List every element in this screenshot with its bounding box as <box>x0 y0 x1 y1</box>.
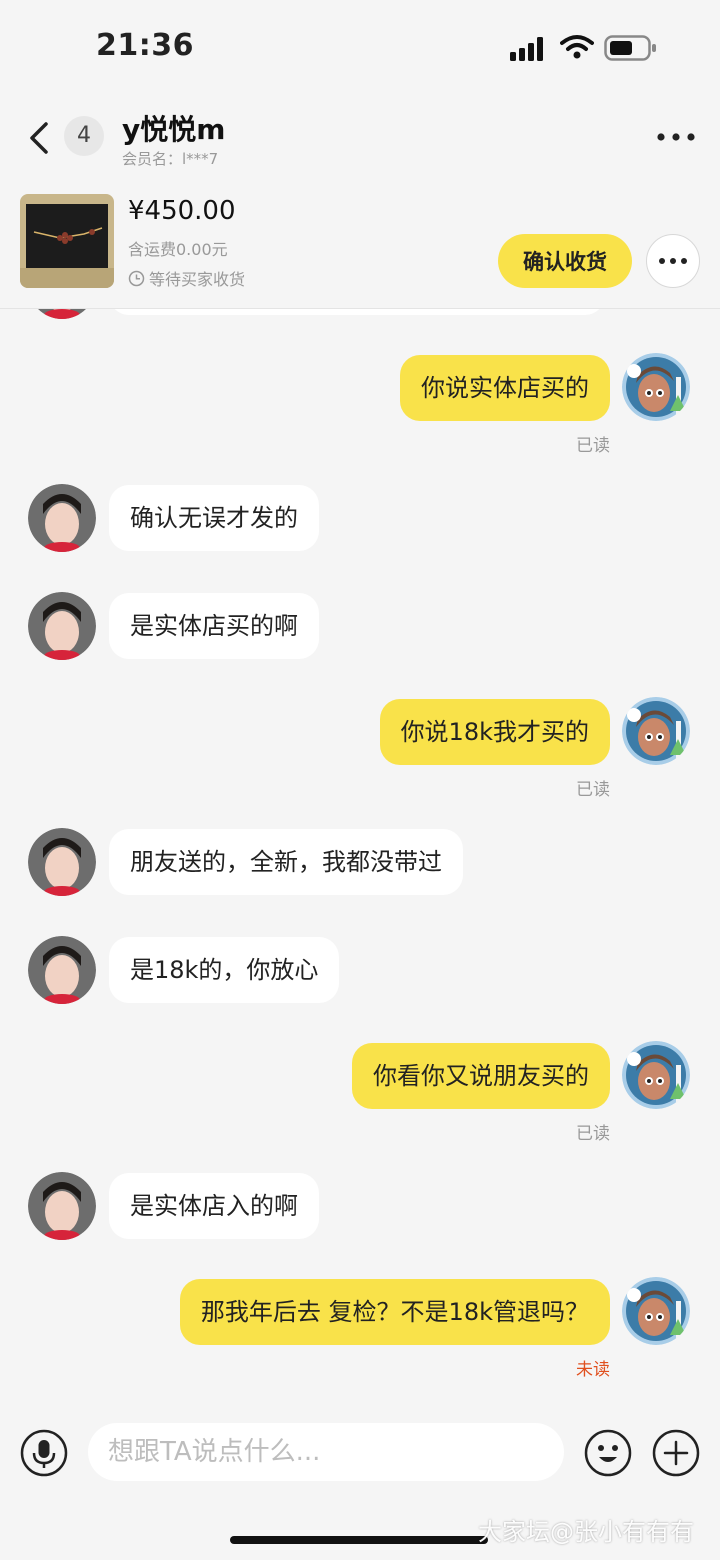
message-row: 那我年后去 复检？不是18k管退吗？ 未读 <box>0 1277 720 1389</box>
wifi-icon <box>560 35 594 59</box>
user-avatar[interactable] <box>622 1277 690 1345</box>
message-row: 朋友送的，全新，我都没带过 <box>0 828 720 898</box>
message-row: 你说实体店买的 已读 <box>0 353 720 465</box>
unread-status: 未读 <box>576 1360 610 1380</box>
message-row: 确认无误才发的 <box>0 484 720 554</box>
contact-avatar[interactable] <box>28 936 96 1004</box>
contact-avatar[interactable] <box>28 309 96 319</box>
contact-avatar[interactable] <box>28 828 96 896</box>
more-options-icon[interactable] <box>656 132 696 142</box>
message-bubble[interactable]: 你看你又说朋友买的 <box>352 1043 610 1109</box>
read-status: 已读 <box>576 1124 610 1144</box>
user-avatar[interactable] <box>622 697 690 765</box>
cellular-signal-icon <box>510 37 543 61</box>
order-price: ¥450.00 <box>128 196 236 226</box>
status-bar: 21:36 <box>0 0 720 96</box>
order-more-button[interactable] <box>646 234 700 288</box>
shipping-fee: 含运费0.00元 <box>128 240 228 259</box>
back-arrow-icon[interactable] <box>24 118 54 158</box>
partial-message-bubble[interactable] <box>109 309 605 315</box>
message-row: 你说18k我才买的 已读 <box>0 697 720 809</box>
message-bubble[interactable]: 那我年后去 复检？不是18k管退吗？ <box>179 1279 610 1345</box>
clock-icon <box>128 270 145 286</box>
home-indicator[interactable] <box>230 1536 488 1544</box>
add-attachment-icon[interactable] <box>652 1429 700 1477</box>
read-status: 已读 <box>576 436 610 456</box>
message-bubble[interactable]: 朋友送的，全新，我都没带过 <box>109 829 463 895</box>
order-card[interactable]: ¥450.00 含运费0.00元 等待买家收货 确认收货 <box>0 178 720 309</box>
confirm-receipt-button[interactable]: 确认收货 <box>498 234 632 288</box>
message-bubble[interactable]: 是实体店入的啊 <box>109 1173 319 1239</box>
battery-icon <box>604 35 656 61</box>
order-status: 等待买家收货 <box>128 266 245 290</box>
contact-avatar[interactable] <box>28 484 96 552</box>
member-name: 会员名：l***7 <box>122 150 219 168</box>
order-status-text: 等待买家收货 <box>149 270 246 289</box>
message-row: 你看你又说朋友买的 已读 <box>0 1041 720 1153</box>
emoji-icon[interactable] <box>584 1429 632 1477</box>
message-row: 是18k的，你放心 <box>0 936 720 1006</box>
message-bubble[interactable]: 你说18k我才买的 <box>379 699 610 765</box>
message-bubble[interactable]: 是18k的，你放心 <box>109 937 340 1003</box>
message-bubble[interactable]: 确认无误才发的 <box>109 485 319 551</box>
status-time: 21:36 <box>96 28 194 63</box>
user-avatar[interactable] <box>622 353 690 421</box>
contact-name: y悦悦m <box>122 113 226 146</box>
read-status: 已读 <box>576 780 610 800</box>
more-dots-icon <box>658 257 687 264</box>
contact-avatar[interactable] <box>28 1172 96 1240</box>
product-thumbnail[interactable] <box>20 194 114 288</box>
chat-messages[interactable]: 你说实体店买的 已读 确认无误才发的 是实体店买的啊 你说18k我才买的 已读 … <box>0 309 720 1409</box>
message-bubble[interactable]: 是实体店买的啊 <box>109 593 319 659</box>
chat-header: 4 y悦悦m 会员名：l***7 <box>0 96 720 178</box>
unread-count-badge[interactable]: 4 <box>64 116 104 156</box>
message-row: 是实体店入的啊 <box>0 1172 720 1242</box>
microphone-icon[interactable] <box>20 1429 68 1477</box>
user-avatar[interactable] <box>622 1041 690 1109</box>
watermark: 大家坛@张小有有有 <box>478 1518 694 1546</box>
message-row: 是实体店买的啊 <box>0 592 720 662</box>
contact-avatar[interactable] <box>28 592 96 660</box>
message-bubble[interactable]: 你说实体店买的 <box>400 355 610 421</box>
message-input[interactable] <box>88 1423 564 1481</box>
